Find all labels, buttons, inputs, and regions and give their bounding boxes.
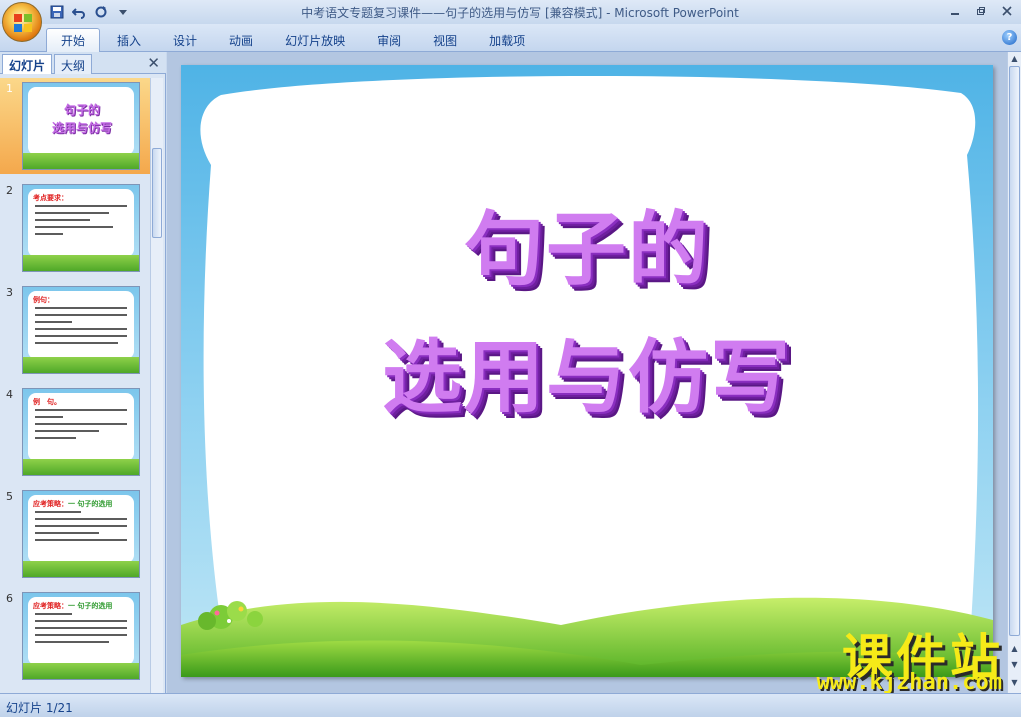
watermark: 课件站 www.kjzhan.com	[770, 618, 1010, 695]
thumb-heading: 考点要求：	[33, 194, 68, 202]
slide-title-line2: 选用与仿写	[382, 331, 792, 424]
slide-preview: 例句：	[22, 286, 140, 374]
close-button[interactable]	[997, 2, 1017, 20]
editor-scrollbar[interactable]: ▲ ▲ ▼ ▼	[1007, 52, 1021, 693]
tab-animations[interactable]: 动画	[214, 28, 268, 53]
thumb-title-line2: 选用与仿写	[51, 121, 112, 135]
thumb-heading-green: 一 句子的选用	[68, 500, 113, 508]
slide-number: 3	[6, 286, 13, 299]
customize-icon[interactable]	[114, 3, 132, 21]
slide-thumbnail-3[interactable]: 3 例句：	[0, 282, 150, 378]
slide-thumbnail-6[interactable]: 6 应考策略：一 句子的选用	[0, 588, 150, 684]
tab-addins[interactable]: 加载项	[474, 28, 540, 53]
slide-number: 5	[6, 490, 13, 503]
tab-view[interactable]: 视图	[418, 28, 472, 53]
slide-title[interactable]: 句子的 选用与仿写	[181, 65, 993, 677]
panel-tabs: 幻灯片 大纲 ✕	[0, 52, 166, 74]
slide-preview: 应考策略：一 句子的选用	[22, 592, 140, 680]
slide-indicator: 幻灯片 1/21	[6, 701, 73, 715]
thumb-heading-red: 应考策略：	[33, 500, 68, 508]
slides-panel: 幻灯片 大纲 ✕ 1 句子的 选用与仿写 2 考点要求： 3 例句： 4 例 句…	[0, 52, 166, 693]
tab-home[interactable]: 开始	[46, 28, 101, 53]
slide-thumbnail-2[interactable]: 2 考点要求：	[0, 180, 150, 276]
thumb-heading: 应考策略：一 句子的选用	[33, 601, 112, 611]
panel-tab-outline[interactable]: 大纲	[54, 54, 93, 74]
tab-review[interactable]: 审阅	[362, 28, 416, 53]
thumb-heading: 应考策略：一 句子的选用	[33, 499, 112, 509]
restore-button[interactable]	[971, 2, 991, 20]
minimize-button[interactable]	[945, 2, 965, 20]
ribbon-tabs: 开始 插入 设计 动画 幻灯片放映 审阅 视图 加载项	[46, 28, 540, 53]
slide-editor: 句子的 选用与仿写 ▲ ▲ ▼ ▼	[167, 52, 1021, 693]
editor-scrollbar-thumb[interactable]	[1009, 66, 1020, 636]
slide-thumbnail-4[interactable]: 4 例 句。	[0, 384, 150, 480]
tab-design[interactable]: 设计	[158, 28, 212, 53]
slide-preview: 句子的 选用与仿写	[22, 82, 140, 170]
tab-slideshow[interactable]: 幻灯片放映	[270, 28, 360, 53]
slide-preview: 应考策略：一 句子的选用	[22, 490, 140, 578]
panel-close-icon[interactable]: ✕	[147, 54, 160, 72]
slide-thumbnail-list: 1 句子的 选用与仿写 2 考点要求： 3 例句： 4 例 句。 5 应考策略：…	[0, 78, 150, 693]
status-bar: 幻灯片 1/21	[0, 693, 1021, 717]
help-icon[interactable]: ?	[1002, 30, 1017, 45]
panel-tab-slides[interactable]: 幻灯片	[2, 54, 53, 74]
watermark-url: www.kjzhan.com	[816, 670, 1002, 695]
ribbon: 开始 插入 设计 动画 幻灯片放映 审阅 视图 加载项 ?	[0, 24, 1021, 53]
slide-number: 4	[6, 388, 13, 401]
window-controls	[945, 2, 1017, 20]
quick-access-toolbar	[48, 3, 132, 21]
office-button[interactable]	[2, 2, 42, 42]
slide-title-line1: 句子的	[464, 203, 710, 296]
office-logo-icon	[14, 14, 32, 32]
thumb-heading-red: 应考策略：	[33, 602, 68, 610]
slide-canvas[interactable]: 句子的 选用与仿写	[181, 65, 993, 677]
save-icon[interactable]	[48, 3, 66, 21]
thumb-heading: 例 句。	[33, 398, 61, 406]
slide-number: 1	[6, 82, 13, 95]
thumb-title-line1: 句子的	[63, 103, 100, 117]
slide-thumbnail-1[interactable]: 1 句子的 选用与仿写	[0, 78, 150, 174]
slide-thumbnail-5[interactable]: 5 应考策略：一 句子的选用	[0, 486, 150, 582]
tab-insert[interactable]: 插入	[102, 28, 156, 53]
slide-preview: 考点要求：	[22, 184, 140, 272]
redo-icon[interactable]	[92, 3, 110, 21]
slide-number: 2	[6, 184, 13, 197]
slide-preview: 例 句。	[22, 388, 140, 476]
thumb-heading: 例句：	[33, 296, 54, 304]
slide-number: 6	[6, 592, 13, 605]
panel-scrollbar[interactable]	[150, 78, 163, 693]
undo-icon[interactable]	[70, 3, 88, 21]
thumb-heading-green: 一 句子的选用	[68, 602, 113, 610]
window-title: 中考语文专题复习课件——句子的选用与仿写 [兼容模式] - Microsoft …	[301, 6, 739, 20]
scroll-up-icon[interactable]: ▲	[1008, 52, 1021, 66]
title-bar: 中考语文专题复习课件——句子的选用与仿写 [兼容模式] - Microsoft …	[0, 0, 1021, 24]
panel-scrollbar-thumb[interactable]	[152, 148, 162, 238]
